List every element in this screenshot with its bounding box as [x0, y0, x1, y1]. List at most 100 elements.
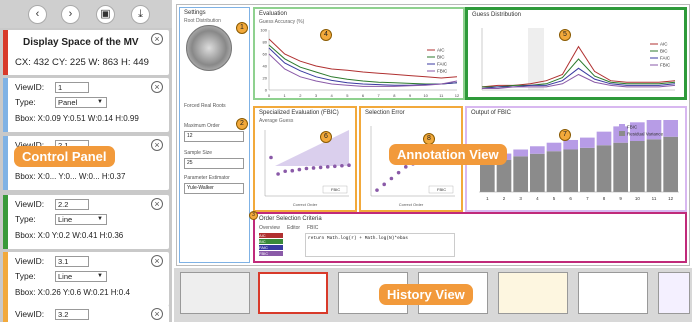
close-icon[interactable]: ×: [151, 139, 163, 151]
legend-label: AIC: [660, 42, 668, 47]
y-tick-label: 20: [263, 76, 268, 81]
bbox-text: Bbox: X:0 Y:0.2 W:0.41 H:0.36: [15, 231, 124, 240]
bar-residual-variance: [480, 162, 495, 192]
close-icon[interactable]: ×: [151, 198, 163, 210]
legend-label: FBIC: [627, 125, 638, 130]
bar-residual-variance: [646, 139, 662, 192]
close-icon[interactable]: ×: [151, 33, 163, 45]
type-label: Type:: [15, 97, 36, 107]
x-tick-label: 10: [423, 93, 428, 98]
history-thumb[interactable]: [578, 272, 648, 314]
chevron-down-icon: ▼: [97, 99, 103, 105]
legend-label: FAIC: [437, 62, 448, 67]
view-card: × ViewID: 3.2: [3, 305, 169, 322]
criteria-row-fbic[interactable]: FBIC: [259, 251, 283, 256]
chevron-down-icon: ▼: [97, 216, 103, 222]
evaluation-panel: Evaluation Guess Accuracy (%) 0123456789…: [253, 7, 465, 100]
max-order-input[interactable]: 12: [184, 131, 244, 142]
highlight-band: [528, 28, 544, 90]
criteria-title: Order Selection Criteria: [259, 216, 322, 222]
settings-panel: Settings Root Distribution Forced Real R…: [179, 7, 250, 263]
criteria-row-aic[interactable]: AIC: [259, 233, 283, 238]
tab-fbic[interactable]: FBIC: [307, 225, 318, 231]
marker-2: 2: [236, 118, 248, 130]
param-estimator-select[interactable]: Yule-Walker: [184, 183, 244, 194]
bbox-text: Bbox: X:0... Y:0... W:0... H:0.37: [15, 172, 126, 181]
view-card: × ViewID: 1 Type: Panel ▼ Bbox: X:0.09 Y:…: [3, 78, 169, 132]
type-select[interactable]: Panel ▼: [55, 97, 107, 108]
type-label: Type:: [15, 214, 36, 224]
close-icon[interactable]: ×: [151, 81, 163, 93]
type-label: Type:: [15, 271, 36, 281]
guess-distribution-panel: Guess Distribution AIC BIC FAIC FBIC: [465, 7, 687, 100]
criteria-panel: Order Selection Criteria Overview Editor…: [253, 212, 687, 263]
download-button[interactable]: ⤓: [131, 5, 150, 24]
guess-distribution-chart: AIC BIC FAIC FBIC: [481, 28, 676, 91]
series-line-aic: [268, 38, 458, 79]
view-card: × ViewID: 3.1 Type: Line ▼ Bbox: X:0.26 Y…: [3, 252, 169, 306]
bar-fbic: [663, 120, 678, 137]
control-panel: ‹ › ▣ ⤓ Display Space of the MV × CX: 43…: [0, 0, 172, 322]
x-axis-label: Correct Order: [293, 202, 318, 207]
marker-3: 3: [249, 211, 258, 220]
x-tick-label: 12: [668, 196, 674, 201]
close-icon[interactable]: ×: [151, 308, 163, 320]
code-editor[interactable]: return Math.log(r) + Math.log(N)*ebas: [305, 233, 455, 257]
legend-label: Residual Variance: [627, 132, 664, 137]
type-select[interactable]: Line ▼: [55, 271, 107, 282]
viewid-input[interactable]: 3.1: [55, 256, 89, 267]
x-tick-label: 9: [409, 93, 412, 98]
viewid-input[interactable]: 1: [55, 82, 89, 93]
guess-distribution-title: Guess Distribution: [472, 12, 522, 18]
legend-label: BIC: [437, 55, 445, 60]
specialized-title: Specialized Evaluation (FBIC): [259, 110, 339, 116]
param-estimator-label: Parameter Estimator: [184, 175, 230, 181]
close-icon[interactable]: ×: [151, 255, 163, 267]
criteria-row-bic[interactable]: BIC: [259, 239, 283, 244]
x-tick-label: 11: [439, 93, 444, 98]
card-color-bar: [3, 305, 8, 322]
marker-5: 5: [559, 29, 571, 41]
history-thumb[interactable]: [258, 272, 328, 314]
legend-label: FBIC: [660, 63, 671, 68]
x-tick-label: 1: [486, 196, 489, 201]
x-tick-label: 1: [284, 93, 287, 98]
card-color-bar: [3, 252, 8, 306]
root-distribution-label: Root Distribution: [184, 18, 221, 24]
type-select[interactable]: Line ▼: [55, 214, 107, 225]
forward-button[interactable]: ›: [61, 5, 80, 24]
back-button[interactable]: ‹: [28, 5, 47, 24]
viewid-input[interactable]: 3.2: [55, 309, 89, 320]
x-axis-label: Correct Order: [399, 202, 424, 207]
history-thumb[interactable]: [658, 272, 690, 314]
data-point: [396, 170, 401, 175]
sample-size-input[interactable]: 25: [184, 158, 244, 169]
display-space-card: Display Space of the MV × CX: 432 CY: 22…: [3, 30, 169, 75]
y-tick-label: 100: [260, 28, 267, 33]
evaluation-title: Evaluation: [259, 11, 288, 17]
control-panel-tag: Control Panel: [14, 146, 115, 167]
x-tick-label: 7: [378, 93, 381, 98]
bar-residual-variance: [663, 136, 678, 192]
tab-overview[interactable]: Overview: [259, 225, 280, 231]
legend-label: FBIC: [437, 69, 448, 74]
save-button[interactable]: ▣: [96, 5, 115, 24]
data-point: [389, 176, 394, 181]
tab-editor[interactable]: Editor: [287, 225, 300, 231]
x-tick-label: 6: [569, 196, 572, 201]
viewid-input[interactable]: 2.2: [55, 199, 89, 210]
data-point: [340, 163, 344, 168]
x-tick-label: 11: [652, 196, 657, 201]
evaluation-subtitle: Guess Accuracy (%): [259, 19, 305, 25]
x-tick-label: 9: [619, 196, 622, 201]
history-thumb[interactable]: [180, 272, 250, 314]
legend-label: BIC: [660, 49, 668, 54]
display-space-title: Display Space of the MV: [23, 37, 139, 48]
history-thumb[interactable]: [498, 272, 568, 314]
history-view-tag: History View: [379, 284, 473, 305]
y-tick-label: 40: [263, 64, 268, 69]
bar-residual-variance: [530, 153, 545, 192]
specialized-evaluation-panel: Specialized Evaluation (FBIC) Average Gu…: [253, 106, 357, 212]
specialized-subtitle: Average Guess: [259, 118, 294, 124]
criteria-row-faic[interactable]: FAIC: [259, 245, 283, 250]
